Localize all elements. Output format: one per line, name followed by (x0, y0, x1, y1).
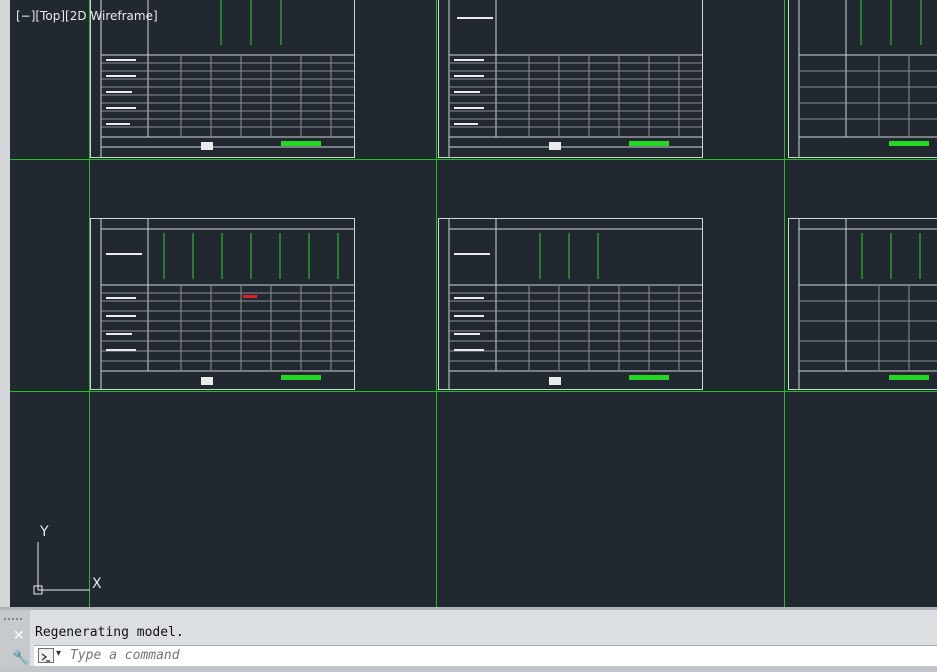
drawing-sheet[interactable] (438, 218, 703, 390)
drawing-sheet[interactable] (438, 0, 703, 158)
drawing-sheet[interactable] (90, 0, 355, 158)
command-history-line: Regenerating model. (35, 625, 184, 640)
ucs-x-label: X (92, 576, 102, 592)
wrench-icon[interactable]: 🔧 (12, 650, 29, 666)
ucs-axis-icon: Y X (33, 524, 102, 595)
grid-line-h2 (10, 391, 937, 392)
drawing-viewport[interactable]: [−][Top][2D Wireframe] Y X (10, 0, 937, 607)
command-input[interactable] (70, 647, 870, 663)
ucs-y-label: Y (39, 524, 49, 540)
command-prompt-icon[interactable] (38, 648, 54, 663)
close-icon[interactable]: ✕ (13, 628, 25, 644)
status-bar (0, 666, 937, 672)
viewport-controls-label[interactable]: [−][Top][2D Wireframe] (16, 9, 158, 23)
grid-line-h1 (10, 159, 937, 160)
drawing-sheet[interactable] (788, 0, 937, 158)
command-input-bar[interactable]: ▾ (34, 645, 937, 666)
chevron-down-icon[interactable]: ▾ (56, 648, 61, 659)
drawing-sheet[interactable] (788, 218, 937, 390)
grid-line-v2 (436, 0, 437, 607)
drawing-sheet[interactable] (90, 218, 355, 390)
grid-line-v3 (784, 0, 785, 607)
left-panel-edge (0, 0, 10, 607)
